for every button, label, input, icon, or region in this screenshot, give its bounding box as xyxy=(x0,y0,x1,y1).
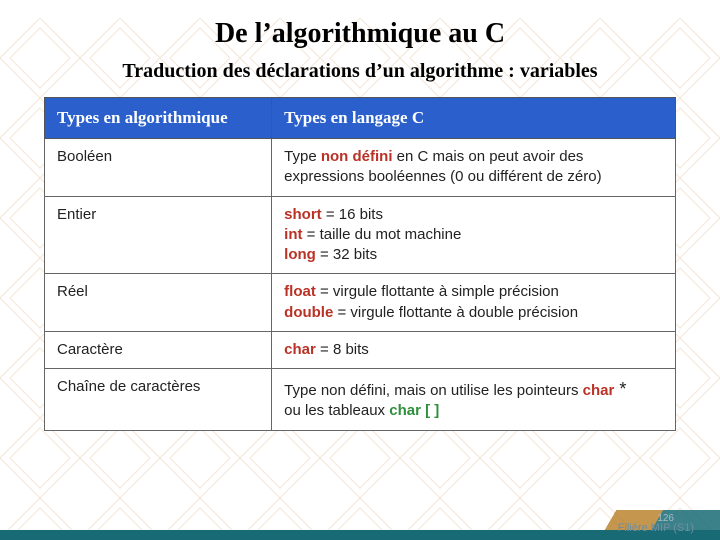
header-algo: Types en algorithmique xyxy=(45,98,272,139)
keyword-charptr: char xyxy=(583,382,615,399)
cell-algo-int: Entier xyxy=(45,196,272,274)
cell-algo-bool: Booléen xyxy=(45,139,272,197)
cell-c-bool: Type non défini en C mais on peut avoir … xyxy=(272,139,676,197)
text: = 8 bits xyxy=(316,341,369,358)
keyword-int: int xyxy=(284,226,302,243)
footer-bar xyxy=(0,530,720,540)
text: = 32 bits xyxy=(316,246,377,263)
cell-algo-char: Caractère xyxy=(45,331,272,368)
keyword-chararray: char [ ] xyxy=(389,402,439,419)
keyword-char: char xyxy=(284,341,316,358)
table-row: Réel float = virgule flottante à simple … xyxy=(45,274,676,332)
table-row: Chaîne de caractères Type non défini, ma… xyxy=(45,369,676,431)
keyword-double: double xyxy=(284,304,333,321)
keyword-undefined: non défini xyxy=(321,148,393,165)
table-row: Caractère char = 8 bits xyxy=(45,331,676,368)
text: = virgule flottante à simple précision xyxy=(316,283,559,300)
cell-c-char: char = 8 bits xyxy=(272,331,676,368)
text: = 16 bits xyxy=(322,206,383,223)
star: * xyxy=(614,379,626,399)
keyword-short: short xyxy=(284,206,322,223)
text: = taille du mot machine xyxy=(302,226,461,243)
cell-c-real: float = virgule flottante à simple préci… xyxy=(272,274,676,332)
text: Type xyxy=(284,148,321,165)
keyword-float: float xyxy=(284,283,316,300)
text: = virgule flottante à double précision xyxy=(333,304,578,321)
footer-caption: Filière MIP (S1) xyxy=(618,522,694,534)
table-row: Entier short = 16 bits int = taille du m… xyxy=(45,196,676,274)
text: Type non défini, mais on utilise les poi… xyxy=(284,382,583,399)
cell-c-string: Type non défini, mais on utilise les poi… xyxy=(272,369,676,431)
text: ou les tableaux xyxy=(284,402,389,419)
cell-algo-string: Chaîne de caractères xyxy=(45,369,272,431)
cell-algo-real: Réel xyxy=(45,274,272,332)
page-subtitle: Traduction des déclarations d’un algorit… xyxy=(0,60,720,83)
types-table: Types en algorithmique Types en langage … xyxy=(44,97,676,431)
page-title: De l’algorithmique au C xyxy=(0,18,720,50)
table-row: Booléen Type non défini en C mais on peu… xyxy=(45,139,676,197)
header-c: Types en langage C xyxy=(272,98,676,139)
keyword-long: long xyxy=(284,246,316,263)
cell-c-int: short = 16 bits int = taille du mot mach… xyxy=(272,196,676,274)
